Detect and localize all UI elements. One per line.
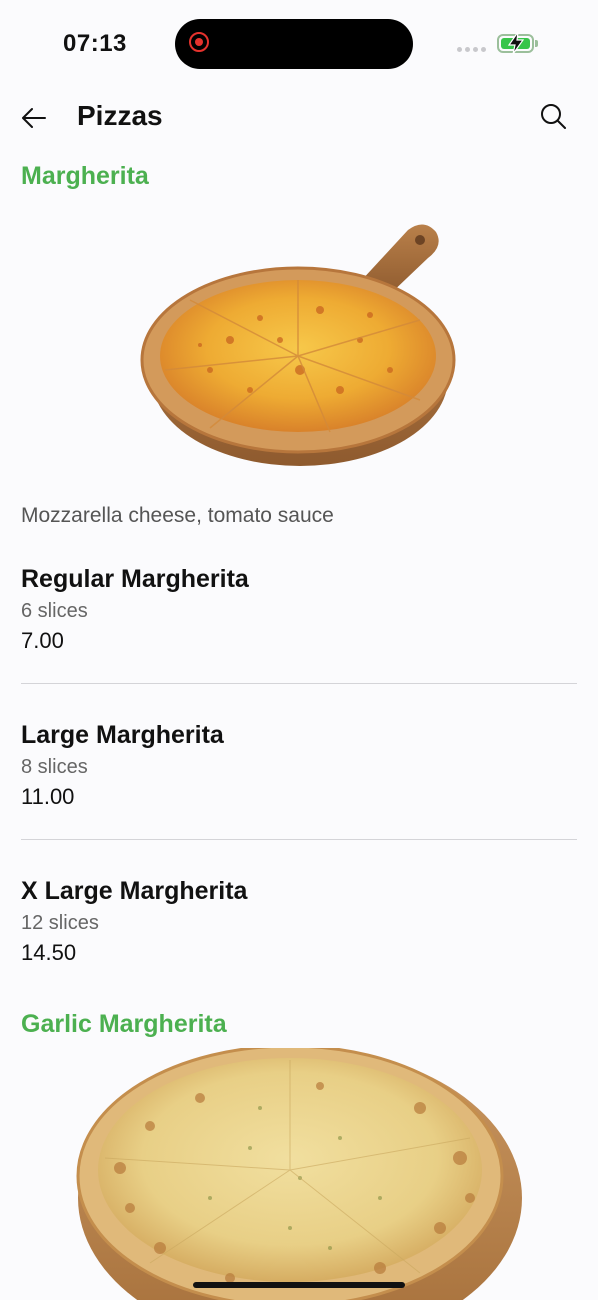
item-slices: 12 slices [21, 912, 99, 934]
section-title-garlic-margherita: Garlic Margherita [21, 1010, 227, 1038]
app-header: Pizzas [0, 88, 598, 148]
item-name: Large Margherita [21, 721, 224, 749]
item-slices: 8 slices [21, 756, 88, 778]
page-title: Pizzas [77, 100, 163, 131]
status-time: 07:13 [63, 30, 127, 57]
section-description: Mozzarella cheese, tomato sauce [21, 504, 334, 527]
menu-item-large-margherita[interactable]: Large Margherita 8 slices 11.00 [21, 720, 577, 811]
back-button[interactable] [18, 102, 50, 134]
item-slices: 6 slices [21, 600, 88, 622]
divider [21, 683, 577, 684]
battery-cap [535, 40, 538, 47]
item-name: X Large Margherita [21, 877, 248, 905]
search-icon [541, 104, 566, 129]
garlic-margherita-pizza-image [76, 1044, 522, 1300]
status-bar: 07:13 [0, 0, 598, 88]
garlic-margherita-image [0, 1044, 598, 1300]
item-name: Regular Margherita [21, 565, 249, 593]
divider [21, 839, 577, 840]
menu-item-x-large-margherita[interactable]: X Large Margherita 12 slices 14.50 [21, 876, 577, 967]
item-price: 11.00 [21, 784, 75, 809]
search-button[interactable] [538, 101, 568, 131]
margherita-pizza-image [140, 224, 456, 466]
section-title-margherita: Margherita [21, 162, 149, 190]
charging-bolt-icon [507, 31, 525, 55]
margherita-image [0, 200, 598, 480]
arrow-left-icon [22, 108, 46, 128]
menu-list[interactable]: Margherita Mozzarella cheese, tomato sau… [0, 148, 598, 1300]
item-price: 7.00 [21, 628, 64, 653]
menu-item-regular-margherita[interactable]: Regular Margherita 6 slices 7.00 [21, 564, 577, 655]
home-indicator[interactable] [193, 1282, 405, 1288]
item-price: 14.50 [21, 940, 77, 965]
signal-icon [457, 47, 486, 52]
dynamic-island [175, 19, 413, 69]
recording-icon [189, 32, 209, 52]
